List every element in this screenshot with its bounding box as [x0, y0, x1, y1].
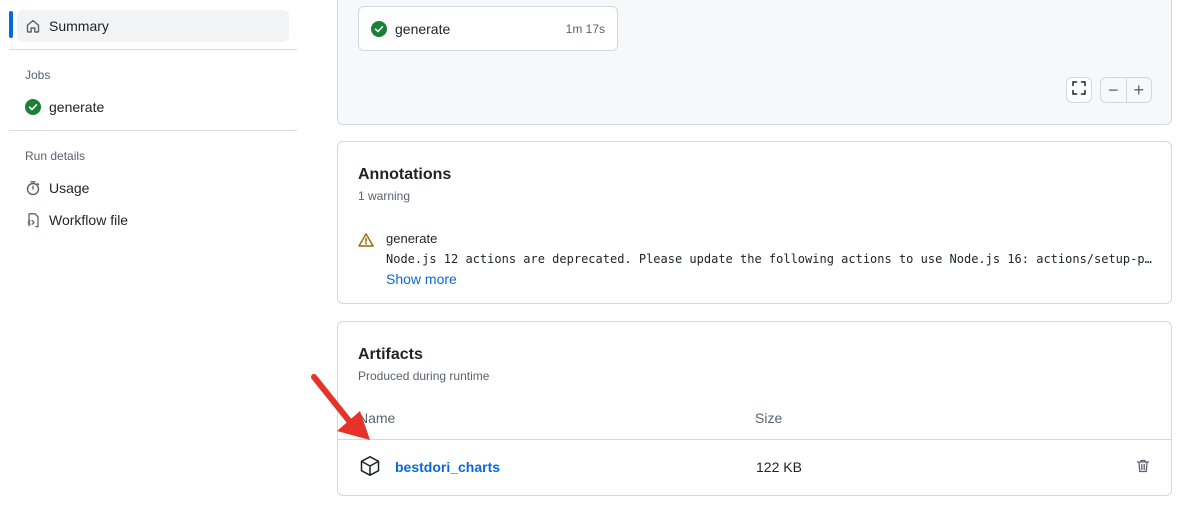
- package-icon: [359, 455, 381, 477]
- sidebar: Summary Jobs generate Run details Usage …: [0, 0, 300, 507]
- column-header-name: Name: [358, 410, 396, 426]
- annotation-message: Node.js 12 actions are deprecated. Pleas…: [386, 252, 1154, 266]
- artifact-link[interactable]: bestdori_charts: [395, 459, 500, 475]
- column-header-size: Size: [755, 410, 783, 426]
- artifact-size: 122 KB: [756, 459, 802, 475]
- workflow-run-page: Summary Jobs generate Run details Usage …: [0, 0, 1183, 507]
- sidebar-item-usage[interactable]: Usage: [17, 172, 289, 204]
- sidebar-divider: [9, 49, 297, 50]
- alert-icon: [358, 232, 374, 248]
- job-node-generate[interactable]: generate 1m 17s: [358, 6, 618, 51]
- sidebar-item-generate[interactable]: generate: [17, 91, 289, 123]
- sidebar-item-label: Usage: [49, 180, 90, 196]
- sidebar-item-label: generate: [49, 99, 105, 115]
- stopwatch-icon: [25, 180, 41, 196]
- home-icon: [25, 18, 41, 34]
- artifacts-section: Artifacts Produced during runtime Name S…: [337, 321, 1172, 496]
- show-more-link[interactable]: Show more: [386, 271, 1154, 287]
- annotations-title: Annotations: [358, 166, 452, 183]
- file-code-icon: [25, 212, 41, 228]
- zoom-out-button[interactable]: −: [1101, 78, 1126, 102]
- screen-full-icon: [1072, 80, 1086, 100]
- check-circle-fill-icon: [371, 20, 387, 37]
- zoom-in-button[interactable]: +: [1125, 78, 1152, 102]
- zoom-controls: − +: [1100, 77, 1152, 103]
- check-circle-fill-icon: [25, 99, 41, 115]
- run-details-heading: Run details: [25, 149, 86, 163]
- jobs-heading: Jobs: [25, 68, 51, 82]
- job-duration: 1m 17s: [565, 21, 605, 36]
- sidebar-item-label: Workflow file: [49, 212, 129, 228]
- sidebar-divider: [9, 130, 297, 131]
- annotations-subtitle: 1 warning: [358, 189, 411, 203]
- annotations-section: Annotations 1 warning generate Node.js 1…: [337, 141, 1172, 304]
- artifacts-table-header: Name Size: [338, 402, 1171, 440]
- fullscreen-button[interactable]: [1066, 77, 1092, 103]
- workflow-graph: generate 1m 17s − +: [337, 0, 1172, 125]
- trash-icon: [1135, 458, 1151, 479]
- sidebar-item-label: Summary: [49, 18, 109, 34]
- active-indicator: [9, 11, 13, 38]
- annotation-item: generate Node.js 12 actions are deprecat…: [358, 231, 1154, 287]
- artifacts-title: Artifacts: [358, 346, 423, 363]
- annotation-title: generate: [386, 231, 438, 246]
- sidebar-item-workflow-file[interactable]: Workflow file: [17, 204, 289, 236]
- job-name: generate: [395, 20, 451, 37]
- artifacts-subtitle: Produced during runtime: [358, 369, 490, 383]
- delete-artifact-button[interactable]: [1130, 455, 1156, 481]
- sidebar-item-summary[interactable]: Summary: [17, 10, 289, 42]
